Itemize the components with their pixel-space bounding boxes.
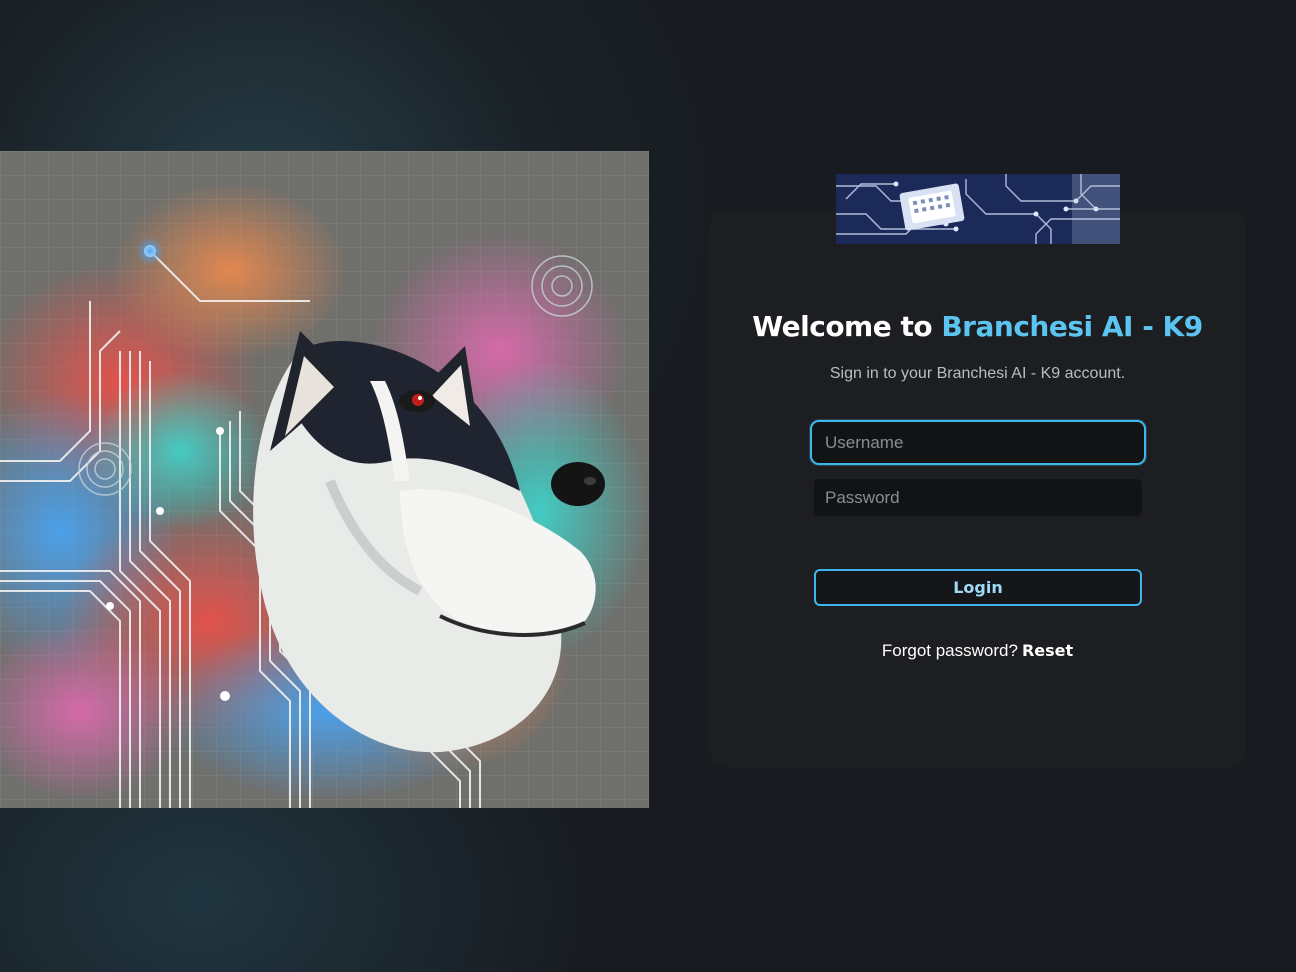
circuit-board-graphic (836, 174, 1120, 244)
login-button[interactable]: Login (814, 569, 1142, 606)
forgot-password-text: Forgot password? (881, 641, 1018, 660)
reset-password-link[interactable]: Reset (1022, 641, 1073, 660)
husky-circuit-illustration (0, 151, 649, 808)
forgot-password-row: Forgot password? Reset (709, 641, 1246, 661)
title-brand: Branchesi AI - K9 (941, 310, 1203, 343)
signin-subtitle: Sign in to your Branchesi AI - K9 accoun… (829, 365, 1126, 382)
username-input[interactable] (810, 420, 1146, 465)
hero-husky-artwork (0, 151, 649, 808)
password-input[interactable] (814, 479, 1142, 516)
circuit-banner-image (836, 174, 1120, 244)
title-prefix: Welcome to (752, 310, 933, 343)
welcome-title: Welcome to Branchesi AI - K9 (709, 310, 1246, 343)
